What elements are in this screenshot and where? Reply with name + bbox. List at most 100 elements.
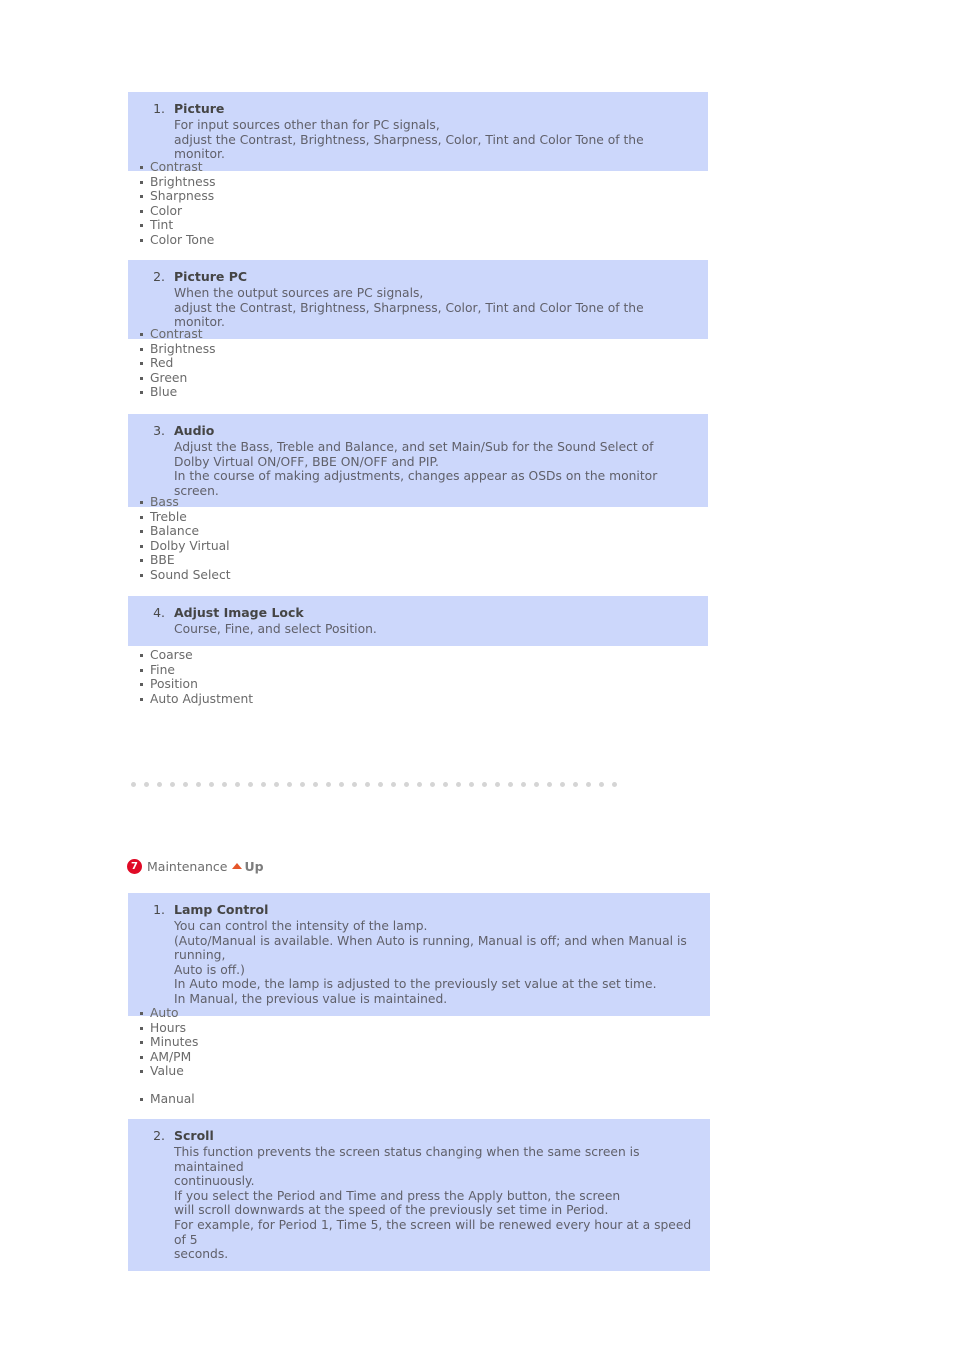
list-item: Red bbox=[128, 356, 428, 371]
panel-line: will scroll downwards at the speed of th… bbox=[174, 1203, 609, 1218]
list-item: Brightness bbox=[128, 342, 428, 357]
divider-dot bbox=[469, 782, 474, 787]
list-item: Sound Select bbox=[128, 568, 428, 583]
panel-body: Audio Adjust the Bass, Treble and Balanc… bbox=[174, 422, 698, 498]
panel-line: (Auto/Manual is available. When Auto is … bbox=[174, 933, 687, 977]
list-item: Manual bbox=[128, 1092, 428, 1107]
list-item: Dolby Virtual bbox=[128, 539, 428, 554]
divider-dot bbox=[209, 782, 214, 787]
list-item: Contrast bbox=[128, 160, 428, 175]
list-lamp-control-items: Auto Hours Minutes AM/PM Value bbox=[128, 1006, 428, 1079]
list-lamp-control-items-secondary: Manual bbox=[128, 1092, 428, 1107]
panel-line: You can control the intensity of the lam… bbox=[174, 919, 428, 933]
divider-dot bbox=[170, 782, 175, 787]
divider-dot bbox=[391, 782, 396, 787]
panel-body: Adjust Image Lock Course, Fine, and sele… bbox=[174, 604, 698, 637]
divider-dot bbox=[365, 782, 370, 787]
panel-row: 1. Picture For input sources other than … bbox=[128, 100, 698, 162]
divider-dot bbox=[274, 782, 279, 787]
list-item: Bass bbox=[128, 495, 428, 510]
divider-dot bbox=[235, 782, 240, 787]
divider-dot bbox=[157, 782, 162, 787]
divider-dot bbox=[508, 782, 513, 787]
section-title: Maintenance bbox=[147, 859, 228, 874]
divider-dot bbox=[430, 782, 435, 787]
list-item: Fine bbox=[128, 663, 428, 678]
divider-dot bbox=[144, 782, 149, 787]
divider-dot bbox=[521, 782, 526, 787]
panel-number: 4. bbox=[153, 605, 165, 620]
list-audio-items: Bass Treble Balance Dolby Virtual BBE So… bbox=[128, 495, 428, 583]
panel-line: adjust the Contrast, Brightness, Sharpne… bbox=[174, 132, 648, 162]
panel-line: adjust the Contrast, Brightness, Sharpne… bbox=[174, 300, 648, 330]
panel-title: Adjust Image Lock bbox=[174, 605, 304, 620]
list-image-lock-items: Coarse Fine Position Auto Adjustment bbox=[128, 648, 428, 706]
panel-line: For example, for Period 1, Time 5, the s… bbox=[174, 1217, 692, 1262]
panel-row: 2. Picture PC When the output sources ar… bbox=[128, 268, 698, 330]
panel-picture: 1. Picture For input sources other than … bbox=[128, 92, 708, 171]
panel-number: 2. bbox=[153, 269, 165, 284]
list-item: Tint bbox=[128, 218, 428, 233]
divider-dot bbox=[222, 782, 227, 787]
panel-scroll: 2. Scroll This function prevents the scr… bbox=[128, 1119, 710, 1271]
section-number-badge: 7 bbox=[127, 859, 142, 874]
list-item: Contrast bbox=[128, 327, 428, 342]
divider-dot bbox=[534, 782, 539, 787]
list-item: Color Tone bbox=[128, 233, 428, 248]
panel-audio: 3. Audio Adjust the Bass, Treble and Bal… bbox=[128, 414, 708, 508]
panel-body: Lamp Control You can control the intensi… bbox=[174, 901, 700, 1007]
panel-title: Lamp Control bbox=[174, 902, 269, 917]
panel-number: 1. bbox=[153, 902, 165, 917]
divider-dot bbox=[378, 782, 383, 787]
panel-lamp-control: 1. Lamp Control You can control the inte… bbox=[128, 893, 710, 1016]
panel-line: Course, Fine, and select Position. bbox=[174, 622, 377, 636]
list-item: Position bbox=[128, 677, 428, 692]
divider-dot bbox=[313, 782, 318, 787]
panel-row: 4. Adjust Image Lock Course, Fine, and s… bbox=[128, 604, 698, 637]
list-item: Balance bbox=[128, 524, 428, 539]
panel-adjust-image-lock: 4. Adjust Image Lock Course, Fine, and s… bbox=[128, 596, 708, 646]
divider-dot bbox=[495, 782, 500, 787]
divider-dot bbox=[443, 782, 448, 787]
list-item: Auto Adjustment bbox=[128, 692, 428, 707]
divider-dot bbox=[573, 782, 578, 787]
divider-dot bbox=[417, 782, 422, 787]
document-page: 1. Picture For input sources other than … bbox=[0, 0, 954, 1351]
panel-number: 2. bbox=[153, 1128, 165, 1143]
list-item: Auto bbox=[128, 1006, 428, 1021]
list-item: BBE bbox=[128, 553, 428, 568]
panel-body: Picture For input sources other than for… bbox=[174, 100, 698, 162]
divider-dot bbox=[560, 782, 565, 787]
list-item: Green bbox=[128, 371, 428, 386]
list-picture-pc-items: Contrast Brightness Red Green Blue bbox=[128, 327, 428, 400]
divider-dot bbox=[248, 782, 253, 787]
divider-dot bbox=[183, 782, 188, 787]
panel-title: Picture bbox=[174, 101, 225, 116]
panel-line: This function prevents the screen status… bbox=[174, 1145, 640, 1189]
panel-line: In Manual, the previous value is maintai… bbox=[174, 991, 448, 1006]
panel-line: Dolby Virtual ON/OFF, BBE ON/OFF and PIP… bbox=[174, 454, 439, 469]
divider-dot bbox=[287, 782, 292, 787]
list-item: Brightness bbox=[128, 175, 428, 190]
list-picture-items: Contrast Brightness Sharpness Color Tint… bbox=[128, 160, 428, 248]
divider-dot bbox=[196, 782, 201, 787]
section-heading-maintenance: 7 Maintenance Up bbox=[127, 859, 264, 874]
panel-row: 2. Scroll This function prevents the scr… bbox=[128, 1127, 700, 1262]
panel-title: Scroll bbox=[174, 1128, 214, 1143]
panel-line: When the output sources are PC signals, bbox=[174, 286, 424, 300]
divider-dot bbox=[326, 782, 331, 787]
panel-number: 3. bbox=[153, 423, 165, 438]
divider-dot bbox=[300, 782, 305, 787]
up-arrow-icon[interactable] bbox=[231, 862, 242, 869]
panel-line: Adjust the Bass, Treble and Balance, and… bbox=[174, 440, 654, 454]
list-item: Minutes bbox=[128, 1035, 428, 1050]
list-item: Hours bbox=[128, 1021, 428, 1036]
list-item: Value bbox=[128, 1064, 428, 1079]
up-link-label[interactable]: Up bbox=[245, 859, 264, 874]
dotted-divider bbox=[131, 782, 617, 787]
divider-dot bbox=[482, 782, 487, 787]
list-item: Sharpness bbox=[128, 189, 428, 204]
divider-dot bbox=[261, 782, 266, 787]
divider-dot bbox=[404, 782, 409, 787]
list-item: AM/PM bbox=[128, 1050, 428, 1065]
